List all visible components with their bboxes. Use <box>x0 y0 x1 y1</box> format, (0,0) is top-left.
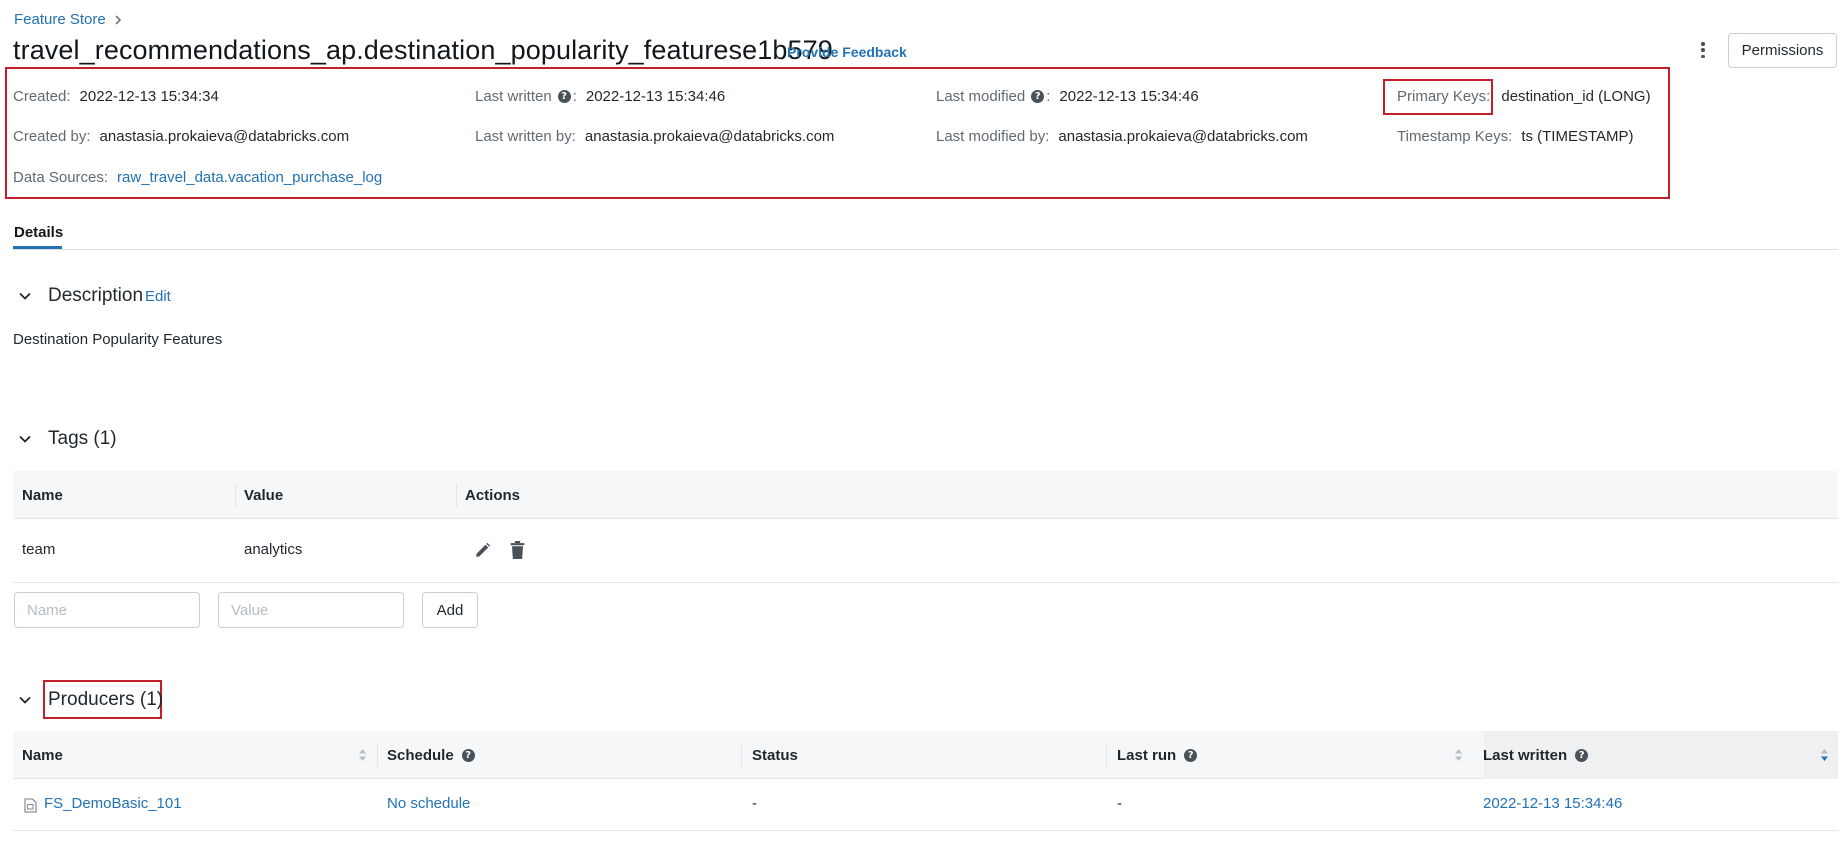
table-row: team analytics <box>13 520 1838 583</box>
sort-desc-icon[interactable] <box>1820 748 1829 762</box>
last-written-by-label: Last written by: <box>475 128 576 145</box>
tag-value-input[interactable] <box>218 592 404 628</box>
producers-col-last-run[interactable]: Last run ? <box>1117 731 1199 779</box>
description-edit-link[interactable]: Edit <box>145 288 171 305</box>
breadcrumb: Feature Store <box>14 11 122 28</box>
tags-col-value: Value <box>244 486 284 504</box>
provide-feedback-link[interactable]: Provide Feedback <box>787 44 907 60</box>
producer-notebook-link[interactable]: FS_DemoBasic_101 <box>44 795 182 812</box>
column-divider <box>235 483 236 507</box>
tags-col-name: Name <box>22 486 63 504</box>
last-modified-by-value: anastasia.prokaieva@databricks.com <box>1058 128 1308 145</box>
created-by-value: anastasia.prokaieva@databricks.com <box>99 128 350 145</box>
meta-primary-keys: Primary Keys: destination_id (LONG) <box>1397 88 1651 105</box>
tags-table-header: Name Value Actions <box>13 471 1838 519</box>
last-written-colon: : <box>572 88 577 105</box>
column-divider <box>377 743 378 767</box>
meta-data-sources: Data Sources: raw_travel_data.vacation_p… <box>13 169 382 186</box>
created-by-label: Created by: <box>13 128 91 145</box>
tab-details[interactable]: Details <box>14 224 63 241</box>
description-title: Description <box>48 285 144 306</box>
last-modified-label: Last modified <box>936 88 1026 105</box>
last-run-header-label: Last run <box>1117 746 1177 764</box>
tag-value-cell: analytics <box>244 541 303 558</box>
notebook-icon <box>24 798 37 813</box>
question-circle-icon[interactable]: ? <box>1575 748 1589 762</box>
meta-last-written-by: Last written by: anastasia.prokaieva@dat… <box>475 128 834 145</box>
last-written-by-value: anastasia.prokaieva@databricks.com <box>584 128 835 145</box>
data-source-link[interactable]: raw_travel_data.vacation_purchase_log <box>117 169 382 186</box>
chevron-down-icon[interactable] <box>18 432 32 446</box>
producers-col-name[interactable]: Name <box>22 731 63 779</box>
tab-divider <box>13 249 1838 250</box>
table-row: FS_DemoBasic_101 No schedule - - 2022-12… <box>13 780 1838 831</box>
last-written-label: Last written <box>475 88 552 105</box>
timestamp-keys-value: ts (TIMESTAMP) <box>1521 128 1634 145</box>
meta-created: Created: 2022-12-13 15:34:34 <box>13 88 219 105</box>
add-tag-button[interactable]: Add <box>422 592 478 628</box>
primary-keys-label: Primary Keys: <box>1397 88 1491 105</box>
tag-name-cell: team <box>22 541 56 558</box>
chevron-down-icon[interactable] <box>18 693 32 707</box>
producers-col-last-written[interactable]: Last written ? <box>1483 731 1590 779</box>
breadcrumb-feature-store[interactable]: Feature Store <box>14 11 106 28</box>
sort-icon[interactable] <box>358 748 367 762</box>
tags-col-actions: Actions <box>465 486 521 504</box>
chevron-right-icon <box>115 14 121 25</box>
column-divider <box>741 743 742 767</box>
meta-created-by: Created by: anastasia.prokaieva@databric… <box>13 128 349 145</box>
schedule-header-label: Schedule <box>387 746 454 764</box>
column-divider <box>1106 743 1107 767</box>
created-label: Created: <box>13 88 71 105</box>
tag-name-input[interactable] <box>14 592 200 628</box>
tags-title: Tags (1) <box>48 428 117 449</box>
data-sources-label: Data Sources: <box>13 169 109 186</box>
column-divider <box>456 483 457 507</box>
meta-last-modified: Last modified ?: 2022-12-13 15:34:46 <box>936 88 1199 105</box>
producers-table-header: Name Schedule ? Status Last run ? Last w… <box>13 731 1838 779</box>
question-circle-icon[interactable]: ? <box>1184 748 1198 762</box>
question-circle-icon[interactable]: ? <box>461 748 475 762</box>
last-written-value: 2022-12-13 15:34:46 <box>585 88 726 105</box>
chevron-down-icon[interactable] <box>18 289 32 303</box>
question-circle-icon[interactable]: ? <box>557 90 571 103</box>
meta-timestamp-keys: Timestamp Keys: ts (TIMESTAMP) <box>1397 128 1634 145</box>
last-modified-value: 2022-12-13 15:34:46 <box>1059 88 1199 105</box>
sort-icon[interactable] <box>1454 748 1463 762</box>
producer-last-written-link[interactable]: 2022-12-13 15:34:46 <box>1483 795 1622 812</box>
last-modified-colon: : <box>1046 88 1051 105</box>
producers-title: Producers (1) <box>48 689 164 710</box>
meta-last-modified-by: Last modified by: anastasia.prokaieva@da… <box>936 128 1308 145</box>
timestamp-keys-label: Timestamp Keys: <box>1397 128 1513 145</box>
last-written-header-label: Last written <box>1483 746 1568 764</box>
producers-col-schedule: Schedule ? <box>387 731 477 779</box>
created-value: 2022-12-13 15:34:34 <box>79 88 219 105</box>
page-title: travel_recommendations_ap.destination_po… <box>13 35 833 65</box>
more-options-icon[interactable] <box>1696 39 1710 61</box>
producers-col-status: Status <box>752 746 798 764</box>
pencil-icon[interactable] <box>474 542 491 559</box>
permissions-button[interactable]: Permissions <box>1728 33 1837 68</box>
last-modified-by-label: Last modified by: <box>936 128 1050 145</box>
meta-last-written: Last written ?: 2022-12-13 15:34:46 <box>475 88 725 105</box>
description-text: Destination Popularity Features <box>13 331 223 348</box>
producer-status-cell: - <box>752 795 757 812</box>
primary-keys-value: destination_id (LONG) <box>1501 88 1651 105</box>
question-circle-icon[interactable]: ? <box>1031 90 1045 103</box>
producer-schedule-link[interactable]: No schedule <box>387 795 470 812</box>
producer-last-run-cell: - <box>1117 795 1122 812</box>
trash-icon[interactable] <box>510 541 525 559</box>
